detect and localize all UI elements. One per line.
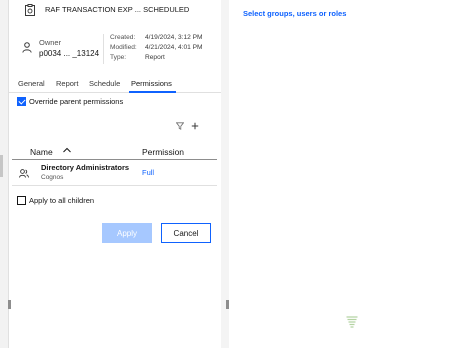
apply-to-all-children-checkbox[interactable]: Apply to all children [17, 196, 94, 205]
meta-modified: Modified: 4/21/2024, 4:01 PM [110, 43, 203, 53]
group-icon [19, 169, 29, 178]
owner-label: Owner [39, 38, 62, 47]
table-header: Name Permission [12, 143, 217, 160]
table-toolbar [176, 122, 199, 130]
meta-value: 4/19/2024, 3:12 PM [145, 34, 203, 41]
meta-key: Modified: [110, 44, 137, 51]
checkbox-unchecked[interactable] [17, 196, 26, 205]
column-header-name[interactable]: Name [30, 147, 53, 157]
tab-general[interactable]: General [18, 79, 45, 88]
override-permissions-checkbox[interactable]: Override parent permissions [17, 97, 123, 106]
column-header-permission: Permission [142, 147, 185, 157]
panel-splitter[interactable] [221, 0, 229, 348]
select-principals-heading: Select groups, users or roles [243, 9, 347, 18]
cancel-button[interactable]: Cancel [161, 223, 211, 243]
tab-schedule[interactable]: Schedule [89, 79, 120, 88]
selection-pane: Select groups, users or roles [229, 0, 474, 348]
owner-divider [103, 34, 104, 64]
meta-value: 4/21/2024, 4:01 PM [145, 44, 203, 51]
properties-panel: RAF TRANSACTION EXP ... SCHEDULED Owner … [8, 0, 221, 348]
scheduled-report-icon [25, 4, 35, 16]
meta-key: Type: [110, 54, 127, 61]
principal-namespace: Cognos [41, 174, 64, 181]
panel-border [8, 0, 9, 348]
table-row[interactable]: Directory Administrators Cognos Full [12, 160, 217, 186]
active-tab-indicator [129, 91, 176, 93]
override-label: Override parent permissions [29, 97, 124, 106]
permission-link[interactable]: Full [142, 168, 154, 177]
page-title: RAF TRANSACTION EXP ... SCHEDULED [45, 5, 190, 14]
filter-icon[interactable] [176, 122, 184, 130]
owner-value: p0034 ... _13124 [39, 49, 100, 58]
metadata-list: Created: 4/19/2024, 3:12 PM Modified: 4/… [110, 33, 203, 63]
left-scroll-handle[interactable] [8, 300, 11, 309]
meta-key: Created: [110, 34, 136, 41]
empty-list-icon [346, 316, 358, 328]
sort-ascending-icon[interactable] [62, 146, 72, 154]
apply-button[interactable]: Apply [102, 223, 152, 243]
tab-permissions[interactable]: Permissions [131, 79, 172, 88]
tab-report[interactable]: Report [56, 79, 79, 88]
meta-value: Report [145, 54, 165, 61]
user-icon [22, 42, 32, 53]
left-resize-handle[interactable] [0, 155, 3, 177]
meta-created: Created: 4/19/2024, 3:12 PM [110, 33, 203, 43]
meta-type: Type: Report [110, 53, 203, 63]
checkbox-checked[interactable] [17, 97, 26, 106]
tab-bar: General Report Schedule Permissions [8, 76, 221, 93]
add-icon[interactable] [191, 122, 199, 130]
owner-info: Owner p0034 ... _13124 Created: 4/19/202… [8, 30, 221, 68]
principal-name: Directory Administrators [41, 163, 130, 172]
panel-header: RAF TRANSACTION EXP ... SCHEDULED [8, 0, 221, 22]
apply-all-label: Apply to all children [29, 196, 95, 205]
